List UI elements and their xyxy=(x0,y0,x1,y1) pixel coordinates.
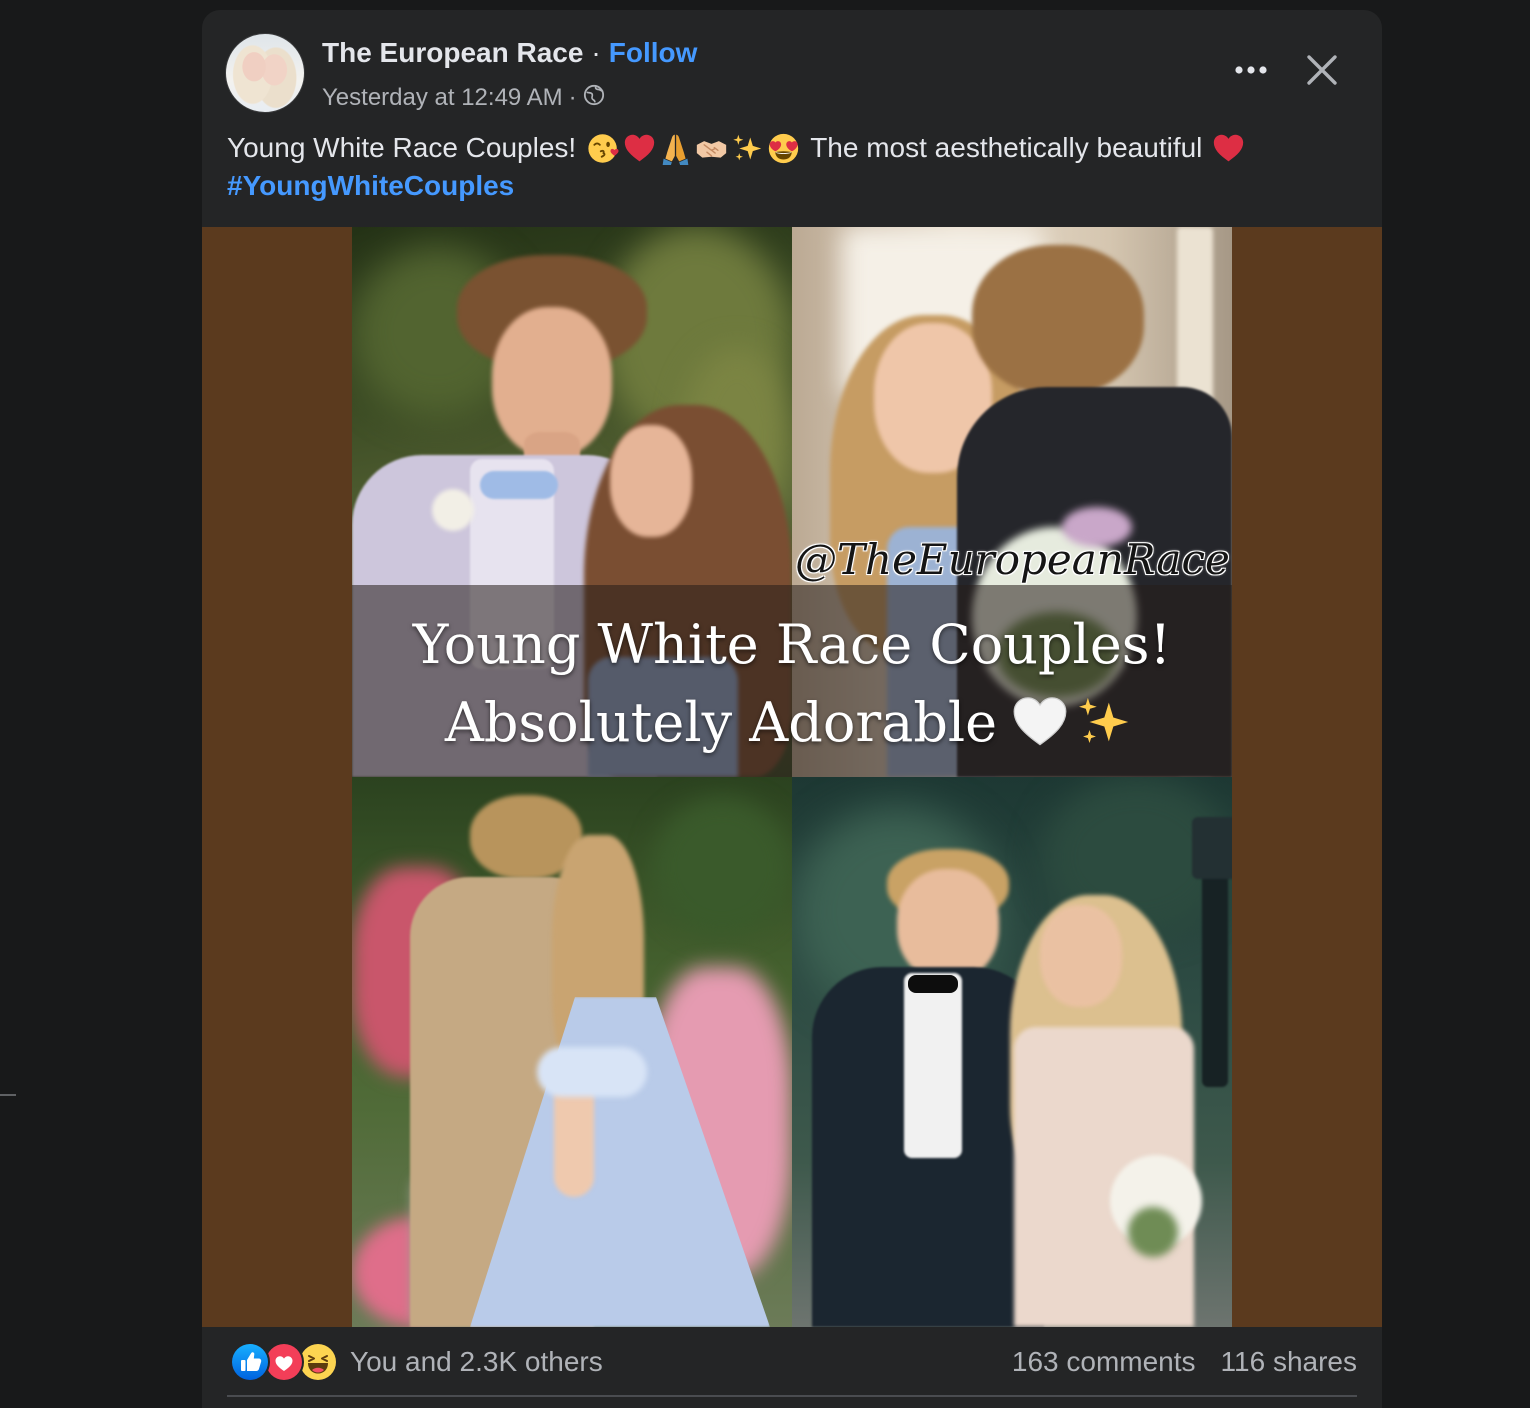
heart-eyes-emoji xyxy=(767,132,800,165)
post-footer: You and 2.3K others 163 comments 116 sha… xyxy=(202,1327,1382,1408)
end-emoji-row xyxy=(1212,132,1245,165)
more-options-icon xyxy=(1233,64,1269,76)
avatar[interactable] xyxy=(225,33,305,113)
footer-divider xyxy=(227,1395,1357,1397)
globe-icon xyxy=(583,84,605,106)
follow-button[interactable]: Follow xyxy=(609,37,698,69)
post-message: Young White Race Couples! The most aesth… xyxy=(227,130,1245,166)
photo-shape xyxy=(652,797,792,937)
hashtag-link[interactable]: #YoungWhiteCouples xyxy=(227,168,514,204)
photo-shape xyxy=(537,1047,647,1097)
post-timestamp[interactable]: Yesterday at 12:49 AM xyxy=(322,84,563,112)
folded-hands-emoji xyxy=(659,132,692,165)
red-heart-emoji xyxy=(623,132,656,165)
handshake-emoji xyxy=(695,132,728,165)
like-icon[interactable] xyxy=(230,1342,270,1382)
image-caption-line2-text: Absolutely Adorable xyxy=(444,690,998,754)
post-image[interactable]: @TheEuropeanRace Young White Race Couple… xyxy=(352,227,1232,1327)
sparkles-emoji xyxy=(731,132,764,165)
close-icon xyxy=(1306,54,1338,86)
photo-shape xyxy=(904,973,962,1158)
post-card: The European Race · Follow Yesterday at … xyxy=(202,10,1382,1408)
reactions-summary[interactable]: You and 2.3K others xyxy=(350,1342,603,1382)
background-divider xyxy=(0,1094,16,1096)
more-options-button[interactable] xyxy=(1233,64,1269,76)
photo-shape xyxy=(908,975,958,993)
comments-count[interactable]: 163 comments xyxy=(1012,1346,1196,1378)
post-body-text: The most aesthetically beautiful xyxy=(810,132,1203,163)
image-watermark: @TheEuropeanRace xyxy=(795,535,1230,584)
sparkles-emoji xyxy=(1075,693,1133,751)
photo-shape xyxy=(610,425,692,537)
shares-count[interactable]: 116 shares xyxy=(1221,1346,1357,1378)
photo-shape xyxy=(1192,817,1232,879)
photo-shape xyxy=(972,245,1144,395)
title-emoji-row xyxy=(587,132,800,165)
caption-emoji-row xyxy=(1011,693,1139,751)
photo-shape xyxy=(432,489,474,531)
close-button[interactable] xyxy=(1306,54,1338,86)
photo-shape xyxy=(897,869,999,981)
photo-bottom-right xyxy=(792,777,1232,1327)
post-meta: Yesterday at 12:49 AM · xyxy=(322,82,605,114)
white-heart-emoji xyxy=(1011,693,1069,751)
engagement-counts: 163 comments 116 shares xyxy=(1012,1342,1357,1382)
photo-shape xyxy=(480,471,558,499)
photo-shape xyxy=(1040,905,1122,1007)
page-name-link[interactable]: The European Race xyxy=(322,37,583,69)
post-image-frame: @TheEuropeanRace Young White Race Couple… xyxy=(202,227,1382,1327)
name-separator: · xyxy=(591,37,601,68)
author-line: The European Race · Follow xyxy=(322,36,697,70)
image-caption-line1: Young White Race Couples! xyxy=(412,613,1172,676)
kissing-face-emoji xyxy=(587,132,620,165)
timestamp-separator: · xyxy=(568,84,577,111)
photo-shape xyxy=(1128,1207,1178,1257)
photo-bottom-left xyxy=(352,777,792,1327)
reaction-icons[interactable] xyxy=(230,1342,338,1382)
love-icon[interactable] xyxy=(264,1342,304,1382)
red-heart-emoji xyxy=(1212,132,1245,165)
audience-indicator[interactable] xyxy=(583,84,605,113)
post-title-text: Young White Race Couples! xyxy=(227,132,577,163)
haha-icon[interactable] xyxy=(298,1342,338,1382)
image-caption-line2: Absolutely Adorable xyxy=(352,689,1232,755)
